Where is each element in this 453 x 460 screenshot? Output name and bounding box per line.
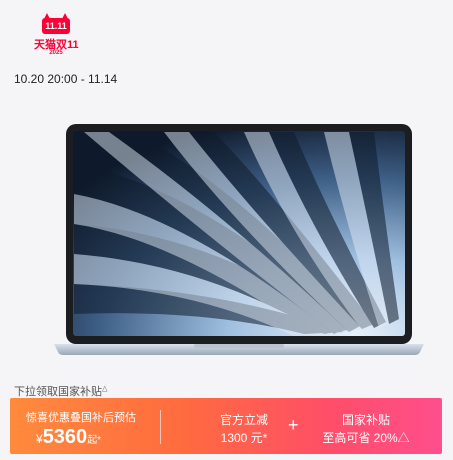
estimated-price: 惊喜优惠叠国补后预估 ¥5360起* xyxy=(10,398,160,454)
logo-year: 2025 xyxy=(49,50,63,56)
official-discount-value: 1300 元* xyxy=(220,431,268,445)
official-discount: 官方立减 1300 元* xyxy=(194,398,294,454)
promo-date-range: 10.20 20:00 - 11.14 xyxy=(14,72,118,86)
subsidy-pulldown-hint[interactable]: 下拉领取国家补贴△ xyxy=(14,383,107,399)
estimated-price-label: 惊喜优惠叠国补后预估 xyxy=(26,412,136,424)
product-card[interactable]: 11.11 天猫双11 2025 10.20 20:00 - 11.14 下拉领… xyxy=(0,0,453,460)
price-banner[interactable]: 惊喜优惠叠国补后预估 ¥5360起* 官方立减 1300 元* + 国家补贴 至… xyxy=(10,398,442,454)
national-subsidy-title: 国家补贴 xyxy=(341,413,390,427)
price-amount: 5360 xyxy=(42,426,88,448)
macbook-air-product-image xyxy=(54,124,424,355)
official-discount-title: 官方立减 xyxy=(219,413,268,427)
price-suffix: 起* xyxy=(87,435,102,446)
plus-icon: + xyxy=(288,415,299,435)
national-subsidy-value: 至高可省 20%△ xyxy=(322,431,410,445)
subsidy-hint-text: 下拉领取国家补贴 xyxy=(14,386,102,398)
currency-symbol: ¥ xyxy=(36,432,43,446)
national-subsidy: 国家补贴 至高可省 20%△ xyxy=(306,398,426,454)
triangle-mark-icon: △ xyxy=(102,385,108,393)
estimated-price-value: ¥5360起* xyxy=(36,426,101,449)
price-divider xyxy=(160,410,161,444)
cat-badge-icon: 11.11 xyxy=(42,13,70,34)
tmall-double-11-logo: 11.11 天猫双11 2025 xyxy=(34,13,79,58)
